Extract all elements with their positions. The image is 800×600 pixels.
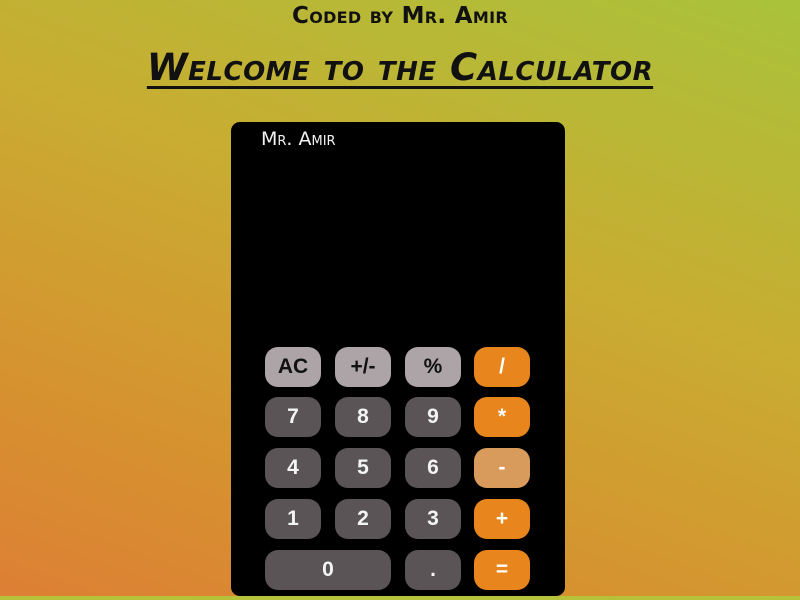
digit-9-button[interactable]: 9	[405, 397, 461, 437]
digit-2-button[interactable]: 2	[335, 499, 391, 539]
bottom-strip	[0, 596, 800, 600]
all-clear-button[interactable]: AC	[265, 347, 321, 387]
calculator-owner-label: Mr. Amir	[261, 128, 336, 150]
digit-3-button[interactable]: 3	[405, 499, 461, 539]
multiply-button[interactable]: *	[474, 397, 530, 437]
digit-0-button[interactable]: 0	[265, 550, 391, 590]
equals-button[interactable]: =	[474, 550, 530, 590]
decimal-button[interactable]: .	[405, 550, 461, 590]
calculator-display	[261, 272, 535, 332]
page-title: Welcome to the Calculator	[146, 46, 654, 89]
digit-7-button[interactable]: 7	[265, 397, 321, 437]
credit-text: Coded by Mr. Amir	[292, 3, 508, 29]
percent-button[interactable]: %	[405, 347, 461, 387]
toggle-sign-button[interactable]: +/-	[335, 347, 391, 387]
calculator-panel: Mr. Amir AC +/- % / 7 8 9 * 4 5 6 - 1 2 …	[231, 122, 565, 596]
subtract-button[interactable]: -	[474, 448, 530, 488]
divide-button[interactable]: /	[474, 347, 530, 387]
digit-5-button[interactable]: 5	[335, 448, 391, 488]
digit-4-button[interactable]: 4	[265, 448, 321, 488]
add-button[interactable]: +	[474, 499, 530, 539]
digit-1-button[interactable]: 1	[265, 499, 321, 539]
digit-6-button[interactable]: 6	[405, 448, 461, 488]
digit-8-button[interactable]: 8	[335, 397, 391, 437]
